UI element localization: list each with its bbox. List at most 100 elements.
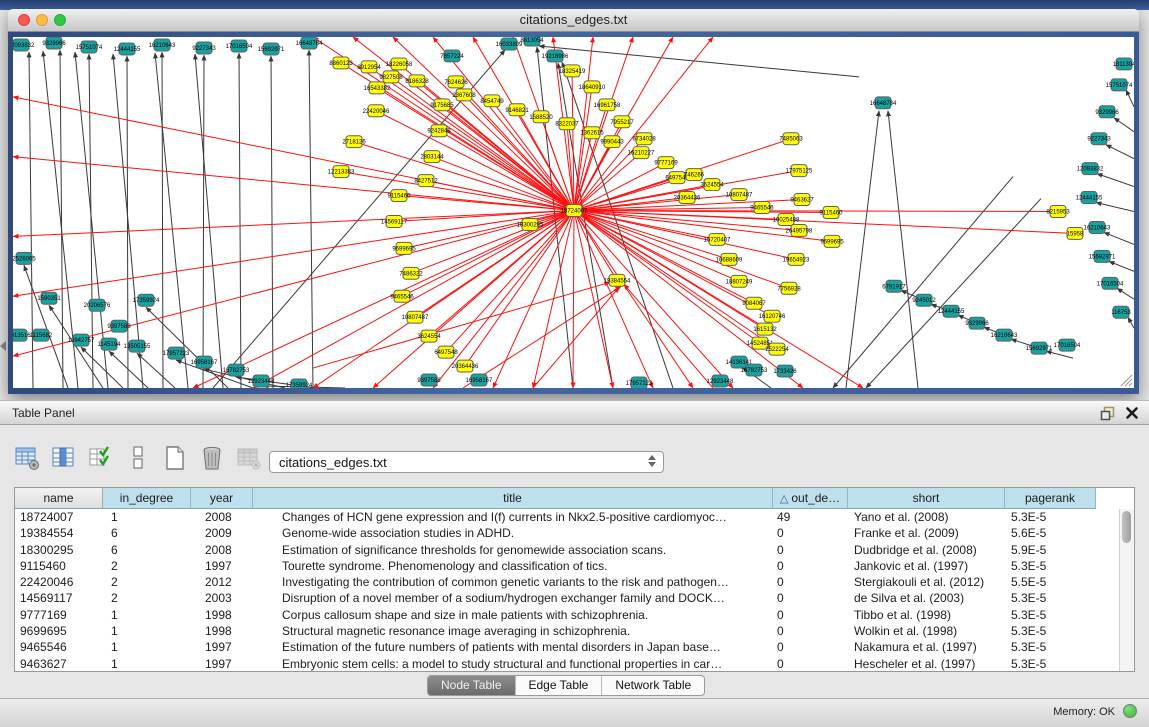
graph-edge[interactable] xyxy=(446,211,574,353)
table-settings-icon[interactable] xyxy=(14,445,40,471)
window-titlebar[interactable]: citations_edges.txt xyxy=(8,9,1139,32)
graph-node-label: 17359924 xyxy=(286,383,313,388)
close-panel-icon[interactable] xyxy=(1125,406,1139,420)
graph-edge[interactable] xyxy=(574,211,796,260)
graph-edge[interactable] xyxy=(24,265,68,388)
column-header-title[interactable]: title xyxy=(253,488,773,509)
cell: Tibbo et al. (1998) xyxy=(848,607,1005,623)
graph-edge[interactable] xyxy=(13,97,574,211)
cell: 1 xyxy=(103,639,191,655)
graph-edge[interactable] xyxy=(1126,90,1134,107)
tab-node-table[interactable]: Node Table xyxy=(428,676,516,695)
table-row[interactable]: 1456911722003Disruption of a novel membe… xyxy=(15,590,1134,606)
graph-node-label: 10807487 xyxy=(726,193,753,199)
graph-edge[interactable] xyxy=(203,55,204,388)
graph-edge[interactable] xyxy=(465,211,574,367)
graph-node-label: 9084067 xyxy=(742,301,766,307)
graph-edge[interactable] xyxy=(391,77,574,211)
graph-edge[interactable] xyxy=(1106,145,1134,159)
graph-edge[interactable] xyxy=(846,111,879,388)
graph-edge[interactable] xyxy=(109,351,148,388)
graph-edge[interactable] xyxy=(1097,174,1134,187)
graph-edge[interactable] xyxy=(1117,288,1134,299)
delete-table-icon[interactable] xyxy=(199,445,225,471)
select-rows-icon[interactable] xyxy=(88,445,114,471)
graph-edge[interactable] xyxy=(1114,118,1134,132)
graph-edge[interactable] xyxy=(49,305,103,388)
tab-edge-table[interactable]: Edge Table xyxy=(516,676,603,695)
graph-node-label: 20364436 xyxy=(674,196,701,202)
graph-edge[interactable] xyxy=(574,211,613,388)
column-header-year[interactable]: year xyxy=(191,488,253,509)
graph-edge[interactable] xyxy=(439,131,574,211)
table-row[interactable]: 911546021997Tourette syndrome. Phenomeno… xyxy=(15,558,1134,574)
graph-edge[interactable] xyxy=(13,157,574,211)
graph-edge[interactable] xyxy=(1096,203,1134,212)
column-header-pagerank[interactable]: pagerank xyxy=(1005,488,1096,509)
graph-edge[interactable] xyxy=(574,37,713,211)
table-row[interactable]: 1938455462009Genome-wide association stu… xyxy=(15,525,1134,541)
graph-edge[interactable] xyxy=(866,199,1041,388)
network-canvas[interactable]: 1872400788601238912954182260589827508818… xyxy=(13,37,1134,388)
graph-edge[interactable] xyxy=(313,211,574,388)
graph-node-label: 15692971 xyxy=(1026,346,1053,352)
table-row[interactable]: 969969511998Structural magnetic resonanc… xyxy=(15,623,1134,639)
column-header-short[interactable]: short xyxy=(848,488,1005,509)
graph-edge[interactable] xyxy=(562,62,673,388)
table-row[interactable]: 977716911998Corpus callosum shape and si… xyxy=(15,607,1134,623)
graph-edge[interactable] xyxy=(433,37,574,211)
graph-node-label: 7756928 xyxy=(777,286,801,292)
cell: 0 xyxy=(773,558,848,574)
column-header-name[interactable]: name xyxy=(15,488,103,509)
table-scrollbar-thumb[interactable] xyxy=(1122,511,1131,543)
graph-edge[interactable] xyxy=(533,211,574,388)
graph-edge[interactable] xyxy=(539,46,859,77)
table-panel-body: f(x) citations_edges.txt namein_degreeye… xyxy=(0,425,1149,727)
graph-node-label: 1615132 xyxy=(753,327,777,333)
table-row[interactable]: 2242004622012Investigating the contribut… xyxy=(15,574,1134,590)
graph-node-label: 9699695 xyxy=(392,246,416,252)
new-table-icon[interactable] xyxy=(162,445,188,471)
graph-node-label: 3624554 xyxy=(700,183,724,189)
column-header-in_degree[interactable]: in_degree xyxy=(103,488,191,509)
graph-edge[interactable] xyxy=(155,53,188,388)
cell: 5.3E-5 xyxy=(1005,590,1096,606)
row-height-icon[interactable] xyxy=(125,445,151,471)
graph-edge[interactable] xyxy=(193,211,574,388)
graph-edge[interactable] xyxy=(195,54,223,388)
table-selector-dropdown[interactable]: citations_edges.txt xyxy=(269,451,664,473)
graph-edge[interactable] xyxy=(239,53,241,388)
table-row[interactable]: 1830029562008Estimation of significance … xyxy=(15,542,1134,558)
graph-edge[interactable] xyxy=(573,211,574,388)
import-table-icon xyxy=(236,445,262,471)
graph-edge[interactable] xyxy=(1109,261,1134,271)
table-row[interactable]: 1872400712008Changes of HCN gene express… xyxy=(15,509,1134,525)
cell: 14569117 xyxy=(15,590,103,606)
graph-node-label: 18300295 xyxy=(517,222,544,228)
graph-edge[interactable] xyxy=(1128,317,1134,328)
graph-edge[interactable] xyxy=(309,50,313,388)
table-row[interactable]: 946554611997Estimation of the future num… xyxy=(15,639,1134,655)
graph-edge[interactable] xyxy=(533,287,619,388)
graph-edge[interactable] xyxy=(271,56,273,388)
memory-status-indicator[interactable] xyxy=(1123,704,1137,718)
graph-node-label: 10807487 xyxy=(402,315,429,321)
canvas-resize-grip-icon[interactable] xyxy=(1121,375,1132,386)
float-panel-icon[interactable] xyxy=(1100,406,1115,421)
table-scrollbar[interactable] xyxy=(1119,509,1134,671)
graph-edge[interactable] xyxy=(1046,351,1073,358)
tab-network-table[interactable]: Network Table xyxy=(602,676,704,695)
column-header-out_de[interactable]: △out_de… xyxy=(773,488,848,509)
graph-edge[interactable] xyxy=(313,282,610,368)
collapse-panel-arrow-icon[interactable] xyxy=(0,341,6,351)
graph-edge[interactable] xyxy=(574,211,693,388)
graph-edge[interactable] xyxy=(1104,232,1134,244)
graph-edge[interactable] xyxy=(162,52,163,388)
graph-edge[interactable] xyxy=(81,347,123,388)
show-column-icon[interactable] xyxy=(51,445,77,471)
cell: 1 xyxy=(103,509,191,525)
graph-edge[interactable] xyxy=(888,111,918,388)
window-title: citations_edges.txt xyxy=(8,12,1139,27)
graph-edge[interactable] xyxy=(833,177,1013,388)
table-row[interactable]: 946362711997Embryonic stem cells: a mode… xyxy=(15,656,1134,672)
